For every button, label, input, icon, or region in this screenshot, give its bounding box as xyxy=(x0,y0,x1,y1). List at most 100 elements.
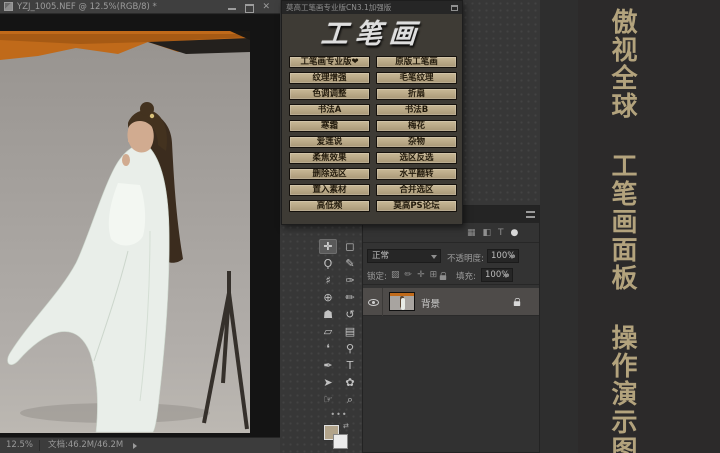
layer-visibility-cell[interactable] xyxy=(367,288,383,316)
custom-shape-tool-icon[interactable]: ✿ xyxy=(341,375,359,390)
layers-filter-icons: ▦ ◧ T ● xyxy=(467,227,518,240)
status-options-arrow-icon[interactable] xyxy=(133,443,137,449)
window-controls: ✕ xyxy=(228,3,270,11)
document-file-icon xyxy=(4,2,13,11)
document-titlebar[interactable]: YZJ_1005.NEF @ 12.5%(RGB/8) * ✕ xyxy=(0,0,280,14)
gongbi-button-r7c1[interactable]: 柔焦效果 xyxy=(289,152,370,164)
chevron-down-icon xyxy=(509,255,515,259)
object-selection-tool-icon[interactable]: ✎ xyxy=(341,256,359,271)
healing-brush-tool-icon[interactable]: ⊕ xyxy=(319,290,337,305)
dodge-tool-icon[interactable]: ⚲ xyxy=(341,341,359,356)
gongbi-button-grid: 工笔画专业版❤ 原版工笔画纹理增强毛笔纹理色调调整折扇书法A 书法B 寒霜梅花爱莲说杂… xyxy=(289,56,457,212)
more-tools-icon[interactable]: ••• xyxy=(318,410,360,419)
banner-vertical-text: 傲视全球 工笔画面板 操作演示图 xyxy=(604,8,641,448)
blend-mode-select[interactable]: 正常 xyxy=(367,249,441,263)
document-size-info: 文档:46.2M/46.2M xyxy=(40,440,131,451)
thumbnail-figure xyxy=(401,298,405,310)
layers-filter-row: ▦ ◧ T ● xyxy=(363,225,539,243)
lock-image-pixels-icon[interactable]: ✏ xyxy=(405,269,413,282)
maximize-icon[interactable] xyxy=(245,3,253,11)
blend-mode-value: 正常 xyxy=(372,251,389,261)
fill-label: 填充: xyxy=(456,270,476,282)
chevron-down-icon xyxy=(431,255,437,259)
filter-smart-object-icon[interactable]: ● xyxy=(511,227,519,240)
lock-icons: ▨ ✏ ✛ ⊞ xyxy=(391,269,437,282)
eye-icon xyxy=(368,299,379,306)
background-color-swatch[interactable] xyxy=(333,434,348,449)
gongbi-button-r10c1[interactable]: 高低频 xyxy=(289,200,370,212)
document-canvas[interactable] xyxy=(0,15,280,437)
color-swatches: ⇄ xyxy=(324,425,350,451)
opacity-input[interactable]: 100% xyxy=(487,249,519,263)
move-tool-icon[interactable]: ✛ xyxy=(319,239,337,254)
filter-type-layer-icon[interactable]: T xyxy=(498,227,504,240)
crop-tool-icon[interactable]: ♯ xyxy=(319,273,337,288)
document-window: YZJ_1005.NEF @ 12.5%(RGB/8) * ✕ xyxy=(0,0,280,453)
brush-tool-icon[interactable]: ✏ xyxy=(341,290,359,305)
gongbi-button-r8c1[interactable]: 删除选区 xyxy=(289,168,370,180)
gongbi-button-r9c2[interactable]: 合并选区 xyxy=(376,184,457,196)
minimize-icon[interactable] xyxy=(228,3,236,11)
gongbi-button-r8c2[interactable]: 水平翻转 xyxy=(376,168,457,180)
document-title: YZJ_1005.NEF @ 12.5%(RGB/8) * xyxy=(17,2,228,12)
promo-banner: 傲视全球 工笔画面板 操作演示图 xyxy=(578,0,720,453)
dock-gutter xyxy=(540,0,578,453)
gongbi-button-r6c1[interactable]: 爱莲说 xyxy=(289,136,370,148)
layers-empty-area xyxy=(363,316,539,452)
gongbi-panel-titlebar[interactable]: 莫高工笔画专业版CN3.1加强版 xyxy=(282,1,462,14)
gongbi-button-r4c1[interactable]: 书法A xyxy=(289,104,370,116)
gongbi-button-r2c2[interactable]: 毛笔纹理 xyxy=(376,72,457,84)
close-icon[interactable]: ✕ xyxy=(262,3,270,11)
lock-artboard-icon[interactable]: ⊞ xyxy=(430,269,438,282)
eraser-tool-icon[interactable]: ▱ xyxy=(319,324,337,339)
gongbi-button-r9c1[interactable]: 置入素材 xyxy=(289,184,370,196)
filter-pixel-layer-icon[interactable]: ▦ xyxy=(467,227,476,240)
lock-row: 锁定: ▨ ✏ ✛ ⊞ 填充: 100% xyxy=(363,267,539,285)
gongbi-button-r7c2[interactable]: 选区反选 xyxy=(376,152,457,164)
clone-stamp-tool-icon[interactable]: ☗ xyxy=(319,307,337,322)
gongbi-button-r2c1[interactable]: 纹理增强 xyxy=(289,72,370,84)
type-tool-icon[interactable]: T xyxy=(341,358,359,373)
marquee-tool-icon[interactable]: ◻ xyxy=(341,239,359,254)
layer-row-background[interactable]: 背景 xyxy=(363,288,539,316)
path-selection-tool-icon[interactable]: ➤ xyxy=(319,375,337,390)
lock-all-icon[interactable] xyxy=(440,271,446,281)
zoom-level-field[interactable]: 12.5% xyxy=(0,440,40,451)
gongbi-button-r3c2[interactable]: 折扇 xyxy=(376,88,457,100)
blend-mode-row: 正常 不透明度: 100% xyxy=(363,246,539,266)
lock-label: 锁定: xyxy=(367,270,387,282)
gongbi-button-r3c1[interactable]: 色调调整 xyxy=(289,88,370,100)
gongbi-button-r6c2[interactable]: 杂物 xyxy=(376,136,457,148)
pen-tool-icon[interactable]: ✒ xyxy=(319,358,337,373)
blur-tool-icon[interactable]: ❛ xyxy=(319,341,337,356)
panel-menu-icon[interactable] xyxy=(526,211,535,218)
history-brush-tool-icon[interactable]: ↺ xyxy=(341,307,359,322)
gongbi-button-r1c1[interactable]: 工笔画专业版❤ xyxy=(289,56,370,68)
lock-position-icon[interactable]: ✛ xyxy=(417,269,425,282)
zoom-tool-icon[interactable]: ⌕ xyxy=(341,392,359,407)
gongbi-panel-heading: 工笔画 xyxy=(281,16,464,53)
gongbi-button-r10c2[interactable]: 莫高PS论坛 xyxy=(376,200,457,212)
tools-panel: ✛ ◻ Ϙ ✎ ♯ ✑ ⊕ ✏ ☗ ↺ ▱ ▤ ❛ ⚲ ✒ T ➤ ✿ ☞ ⌕ ••• ⇄ xyxy=(318,238,362,453)
hand-tool-icon[interactable]: ☞ xyxy=(319,392,337,407)
eyedropper-tool-icon[interactable]: ✑ xyxy=(341,273,359,288)
gongbi-panel-title: 莫高工笔画专业版CN3.1加强版 xyxy=(286,2,451,13)
gongbi-button-r4c2[interactable]: 书法B xyxy=(376,104,457,116)
gongbi-button-r5c1[interactable]: 寒霜 xyxy=(289,120,370,132)
lasso-tool-icon[interactable]: Ϙ xyxy=(319,256,337,271)
document-statusbar: 12.5% 文档:46.2M/46.2M xyxy=(0,437,280,453)
layer-thumbnail[interactable] xyxy=(389,292,415,311)
gradient-tool-icon[interactable]: ▤ xyxy=(341,324,359,339)
opacity-label: 不透明度: xyxy=(447,252,484,264)
gongbi-button-r5c2[interactable]: 梅花 xyxy=(376,120,457,132)
hair-ornament xyxy=(150,114,154,118)
lock-transparent-pixels-icon[interactable]: ▨ xyxy=(391,269,400,282)
filter-adjustment-layer-icon[interactable]: ◧ xyxy=(483,227,492,240)
layers-panel: 图层通道路径 ▦◧T● 正常 不透明度: 100% 锁定: ▨✏✛⊞ 填充: 1… xyxy=(362,205,540,453)
swap-colors-icon[interactable]: ⇄ xyxy=(343,422,349,430)
hand xyxy=(122,154,130,166)
photo-image xyxy=(0,31,250,433)
fill-input[interactable]: 100% xyxy=(481,268,513,282)
gongbi-button-r1c2[interactable]: 原版工笔画 xyxy=(376,56,457,68)
gongbi-panel-collapse-icon[interactable] xyxy=(451,5,458,11)
